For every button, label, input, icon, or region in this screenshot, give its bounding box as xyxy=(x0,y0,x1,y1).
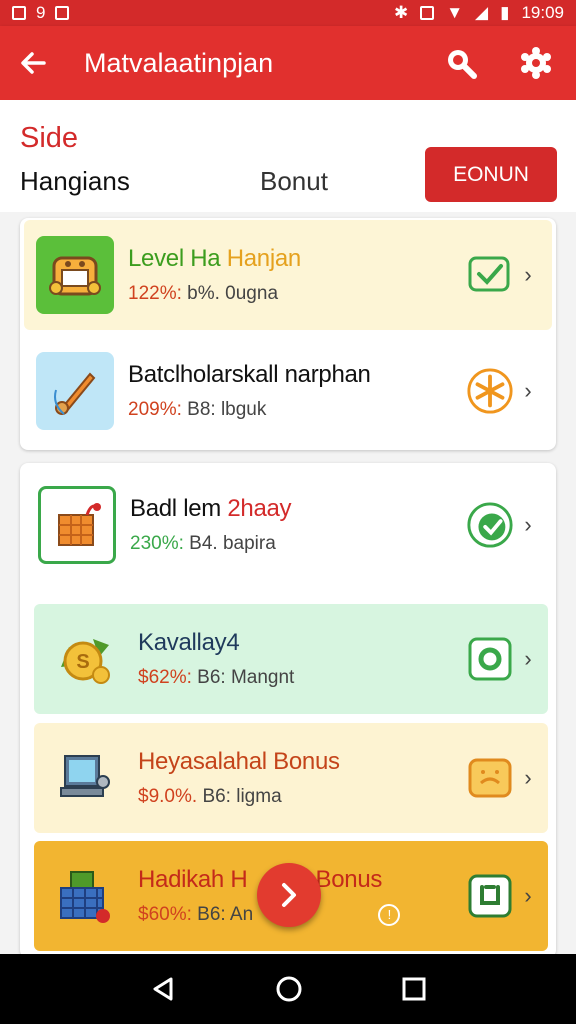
item-name: Kavallay4 xyxy=(138,629,240,656)
chevron-right-icon xyxy=(282,883,296,907)
next-fab-button[interactable] xyxy=(257,863,321,927)
info-icon: ! xyxy=(378,903,401,926)
battery-icon: ▮ xyxy=(500,3,510,22)
gift-box-icon xyxy=(38,486,116,564)
app-title: Matvalaatinpjan xyxy=(84,47,274,78)
back-arrow-icon[interactable] xyxy=(18,48,48,78)
bluetooth-icon: ✱ xyxy=(393,3,409,22)
item-detail: B6: ligma xyxy=(202,786,282,807)
check-circle-icon[interactable] xyxy=(466,501,514,549)
vibrate-icon xyxy=(420,6,435,20)
item-percent: $62%: xyxy=(138,667,192,688)
tab-right[interactable]: Bonut xyxy=(260,166,328,197)
list-item[interactable]: Batclholarskall narphan 209%: B8: lbguk … xyxy=(24,336,552,446)
item-percent: 230%: xyxy=(130,533,184,554)
chevron-right-icon: › xyxy=(524,378,532,403)
item-name: Heyasalahal Bonus xyxy=(138,748,340,775)
item-detail: B6: An xyxy=(197,904,254,925)
item-name: Level Ha xyxy=(128,245,221,272)
item-name-highlight: Hanjan xyxy=(226,245,302,272)
bonus-button[interactable]: EONUN xyxy=(425,147,557,202)
item-percent: $9.0%. xyxy=(138,786,198,807)
back-triangle-icon[interactable] xyxy=(149,975,177,1003)
list-item[interactable]: Badl lem 2haay 230%: B4. bapira › xyxy=(24,465,552,585)
computer-icon xyxy=(46,739,124,817)
item-detail: B8: lbguk xyxy=(187,399,267,420)
check-icon[interactable] xyxy=(466,251,514,299)
app-bar: Matvalaatinpjan xyxy=(0,26,576,100)
item-name: Badl lem xyxy=(130,495,221,522)
item-percent: 209%: xyxy=(128,399,182,420)
item-name-highlight: 2haay xyxy=(227,495,292,522)
status-time: 19:09 xyxy=(521,3,564,22)
refresh-icon[interactable] xyxy=(466,872,514,920)
chevron-right-icon: › xyxy=(524,883,532,908)
chevron-right-icon: › xyxy=(524,646,532,671)
item-name: Hadikah H xyxy=(138,865,248,893)
search-icon[interactable] xyxy=(444,46,478,80)
section-title: Side xyxy=(20,122,79,154)
image-icon xyxy=(12,6,26,20)
item-detail: B4. bapira xyxy=(189,533,276,554)
chevron-right-icon: › xyxy=(524,512,532,537)
notification-icon xyxy=(55,6,70,20)
wifi-icon: ▼ xyxy=(446,3,464,22)
rocket-icon xyxy=(36,352,114,430)
subheader: Side Hangians Bonut EONUN xyxy=(0,100,576,212)
face-icon[interactable] xyxy=(466,754,514,802)
recents-square-icon[interactable] xyxy=(401,976,427,1002)
coin-icon: S xyxy=(46,620,124,698)
status-bar: 9 ✱ ▼ ◢ ▮ 19:09 xyxy=(0,0,576,26)
basket-icon xyxy=(46,857,124,935)
sparkle-icon[interactable] xyxy=(466,367,514,415)
item-percent: $60%: xyxy=(138,904,192,925)
signal-icon: ◢ xyxy=(475,3,489,22)
radio-icon xyxy=(36,236,114,314)
list-item[interactable]: S Kavallay4 $62%: B6: Mangnt › xyxy=(34,604,548,714)
system-nav-bar xyxy=(0,954,576,1024)
list-item[interactable]: Level Ha Hanjan 122%: b%. 0ugna › xyxy=(24,220,552,330)
record-icon[interactable] xyxy=(466,635,514,683)
item-detail: B6: Mangnt xyxy=(197,667,295,688)
home-circle-icon[interactable] xyxy=(275,975,303,1003)
bonus-group-1: Level Ha Hanjan 122%: b%. 0ugna › Batclh… xyxy=(20,218,556,450)
item-percent: 122%: xyxy=(128,283,182,304)
settings-icon[interactable] xyxy=(520,47,552,79)
svg-text:S: S xyxy=(76,651,89,673)
chevron-right-icon: › xyxy=(524,262,532,287)
item-name: Batclholarskall narphan xyxy=(128,361,371,388)
list-item[interactable]: Heyasalahal Bonus $9.0%. B6: ligma › xyxy=(34,723,548,833)
tab-left[interactable]: Hangians xyxy=(20,166,130,197)
item-detail: b%. 0ugna xyxy=(187,283,279,304)
chevron-right-icon: › xyxy=(524,765,532,790)
status-glyph: 9 xyxy=(36,3,46,22)
